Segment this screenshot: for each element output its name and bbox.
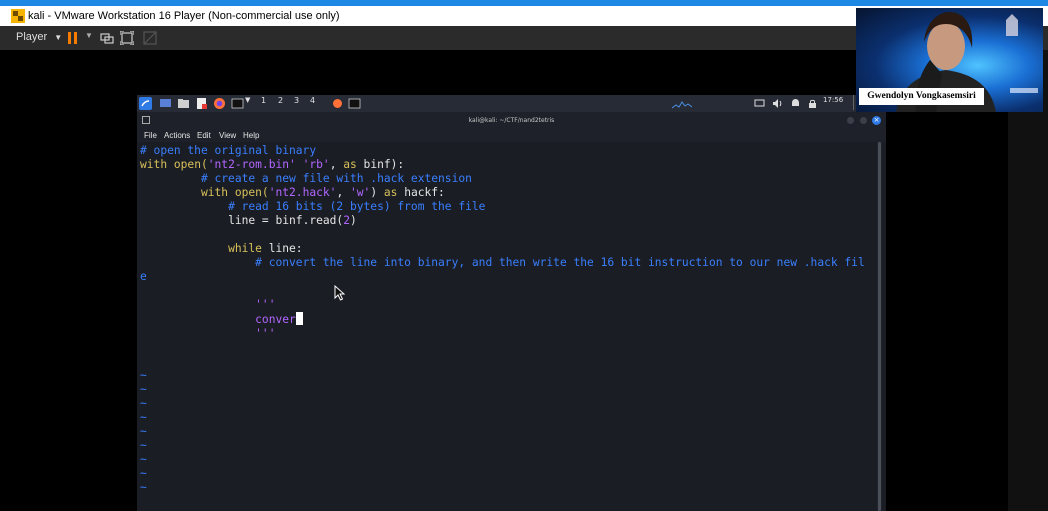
maximize-button[interactable] bbox=[860, 117, 867, 124]
volume-icon[interactable] bbox=[772, 97, 783, 110]
display-icon[interactable] bbox=[754, 97, 765, 110]
terminal-body[interactable]: # open the original binary with open('nt2… bbox=[137, 142, 886, 511]
player-menu-button[interactable]: Player ▼ bbox=[16, 31, 62, 45]
vim-editor-text[interactable]: # open the original binary with open('nt2… bbox=[140, 144, 865, 495]
notification-bell-icon[interactable] bbox=[790, 97, 801, 110]
code-line: # create a new file with .hack extension bbox=[200, 172, 472, 185]
code-line: ~ bbox=[140, 481, 147, 494]
code-line: line = binf.read(2) bbox=[228, 214, 357, 227]
terminal-title: kali@kali: ~/CTF/nand2tetris bbox=[468, 117, 555, 124]
terminal-launcher-icon[interactable] bbox=[231, 97, 244, 110]
close-button[interactable]: × bbox=[872, 116, 881, 125]
menu-help[interactable]: Help bbox=[243, 131, 259, 140]
code-line: conver bbox=[140, 312, 865, 327]
cpu-graph-icon bbox=[672, 101, 692, 109]
file-manager-icon[interactable] bbox=[177, 97, 190, 110]
code-line: with open('nt2-rom.bin' 'rb', as binf): bbox=[140, 158, 405, 171]
text-editor-icon[interactable] bbox=[195, 97, 208, 110]
code-line: # convert the line into binary, and then… bbox=[255, 256, 865, 269]
scrollbar-thumb[interactable] bbox=[878, 142, 881, 511]
panel-divider bbox=[853, 95, 854, 110]
presenter-name: Gwendolyn Vongkasemsiri bbox=[859, 88, 984, 105]
fullscreen-icon[interactable] bbox=[120, 31, 134, 45]
code-line: with open('nt2.hack', 'w') as hackf: bbox=[200, 186, 445, 199]
code-line: ~ bbox=[140, 467, 147, 480]
send-ctrl-alt-del-icon[interactable] bbox=[100, 31, 114, 45]
minimize-button[interactable] bbox=[847, 117, 854, 124]
code-line: ~ bbox=[140, 439, 147, 452]
workspace-4[interactable]: 4 bbox=[310, 96, 315, 105]
terminal-menubar: File Actions Edit View Help bbox=[137, 129, 886, 142]
code-line: ''' bbox=[255, 298, 276, 311]
pause-icon[interactable] bbox=[68, 31, 78, 45]
firefox-icon[interactable] bbox=[213, 97, 226, 110]
terminal-titlebar: kali@kali: ~/CTF/nand2tetris × bbox=[137, 112, 886, 129]
menu-view[interactable]: View bbox=[219, 131, 236, 140]
workspace-3[interactable]: 3 bbox=[294, 96, 299, 105]
code-line: ~ bbox=[140, 383, 147, 396]
code-line: while line: bbox=[228, 242, 303, 255]
workspace-1[interactable]: 1 bbox=[261, 96, 266, 105]
pause-dropdown-icon[interactable]: ▼ bbox=[85, 31, 93, 45]
code-line: ~ bbox=[140, 411, 147, 424]
kali-vm-icon bbox=[11, 9, 25, 23]
taskbar-terminal-icon[interactable] bbox=[348, 97, 361, 110]
kali-top-panel: ▼ 1 2 3 4 17:56 bbox=[137, 95, 886, 112]
code-line: e bbox=[140, 270, 147, 283]
menu-file[interactable]: File bbox=[144, 131, 157, 140]
code-line: ~ bbox=[140, 369, 147, 382]
menu-edit[interactable]: Edit bbox=[197, 131, 211, 140]
right-side-panel bbox=[1008, 50, 1048, 511]
code-line: ~ bbox=[140, 397, 147, 410]
chevron-down-icon: ▼ bbox=[54, 33, 63, 42]
desktop-icon[interactable] bbox=[159, 97, 172, 110]
launcher-dropdown-icon[interactable]: ▼ bbox=[245, 96, 250, 104]
code-line: ~ bbox=[140, 425, 147, 438]
lock-icon[interactable] bbox=[807, 97, 818, 110]
code-line: # read 16 bits (2 bytes) from the file bbox=[228, 200, 486, 213]
terminal-scrollbar[interactable] bbox=[877, 142, 882, 511]
player-menu-label: Player bbox=[16, 31, 48, 43]
menu-actions[interactable]: Actions bbox=[164, 131, 190, 140]
kali-menu-icon[interactable] bbox=[139, 97, 152, 110]
code-line: ''' bbox=[255, 327, 276, 340]
mouse-cursor-icon bbox=[334, 285, 345, 301]
code-line: # open the original binary bbox=[140, 144, 317, 157]
webcam-overlay: Gwendolyn Vongkasemsiri bbox=[856, 8, 1043, 112]
window-title: kali - VMware Workstation 16 Player (Non… bbox=[28, 10, 340, 22]
workspace-2[interactable]: 2 bbox=[278, 96, 283, 105]
code-line: ~ bbox=[140, 453, 147, 466]
text-cursor bbox=[295, 312, 303, 325]
clock: 17:56 bbox=[823, 96, 844, 104]
taskbar-firefox-icon[interactable] bbox=[331, 97, 344, 110]
unity-icon[interactable] bbox=[143, 31, 157, 45]
